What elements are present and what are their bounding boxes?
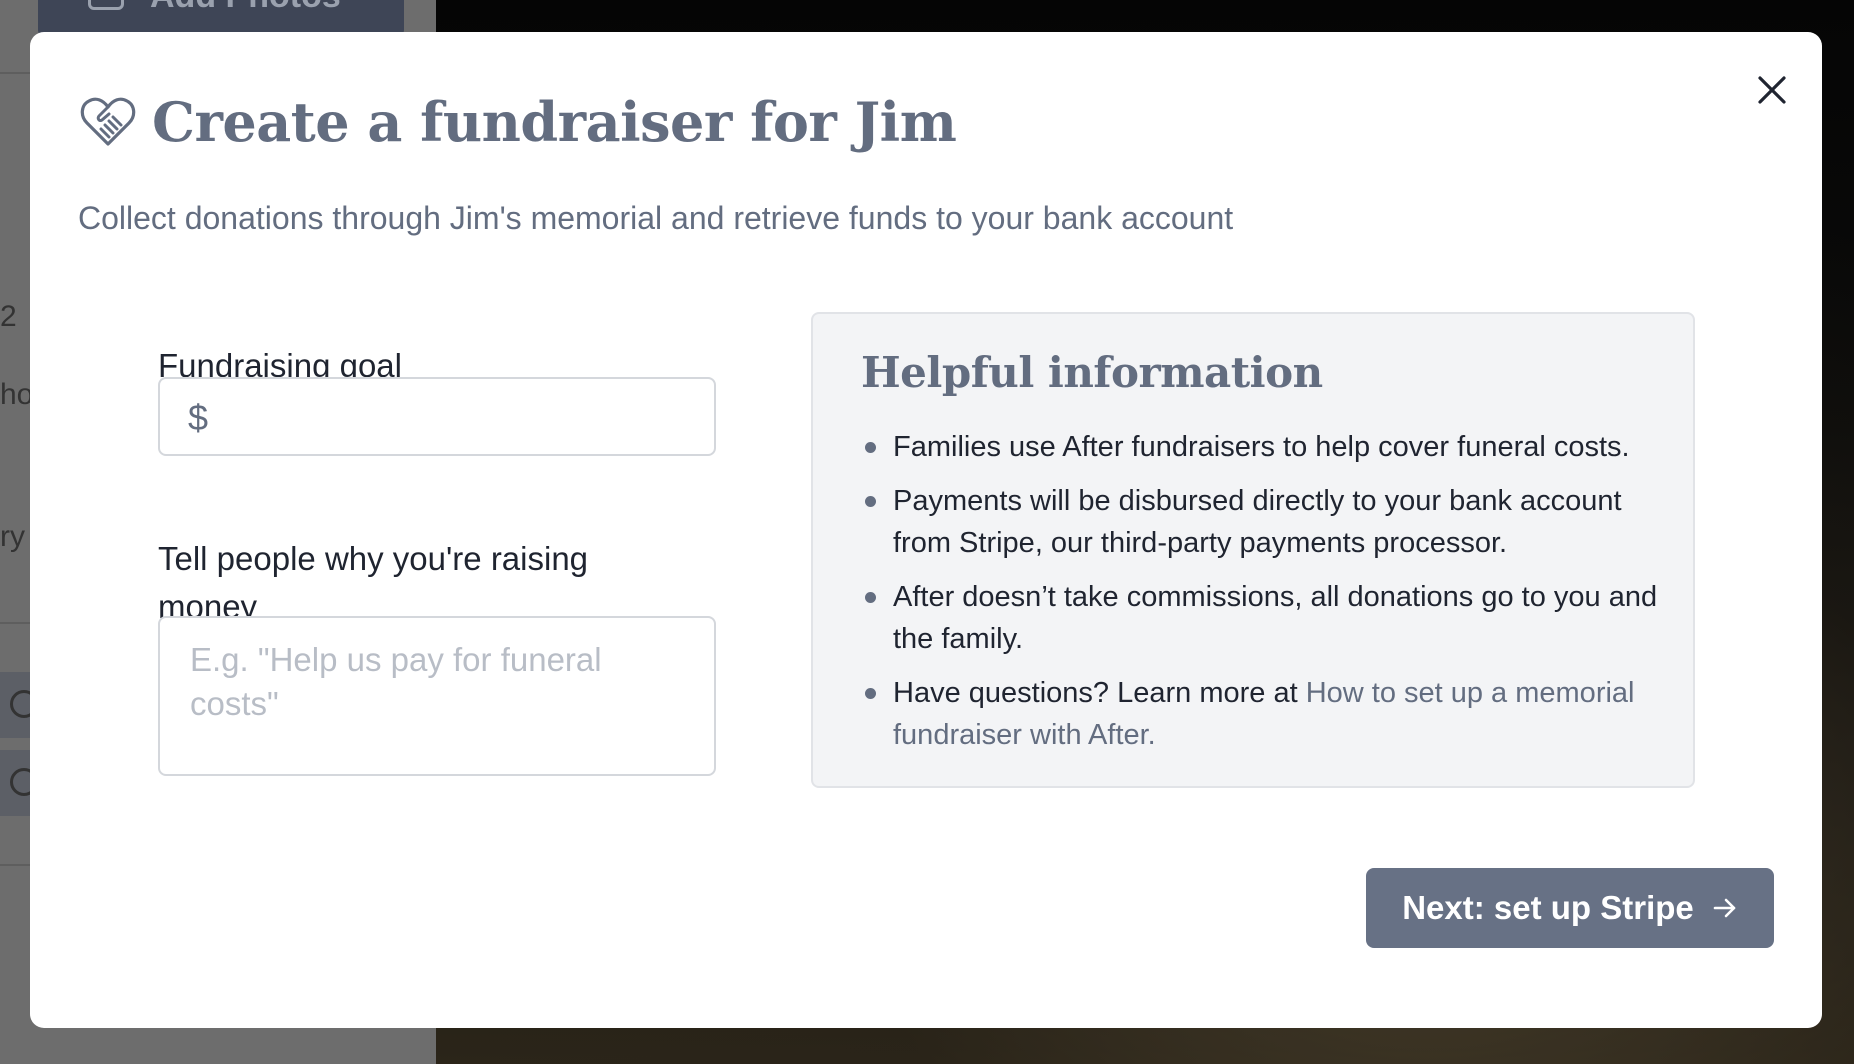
- add-photos-button: Add Photos: [38, 0, 404, 36]
- bullet-icon: [865, 592, 876, 603]
- info-item: After doesn’t take commissions, all dona…: [861, 576, 1661, 660]
- info-item-text: Have questions? Learn more at: [893, 677, 1306, 709]
- info-item: Have questions? Learn more at How to set…: [861, 672, 1661, 756]
- info-item-text: Families use After fundraisers to help c…: [893, 431, 1630, 463]
- next-button-label: Next: set up Stripe: [1402, 889, 1694, 926]
- info-list: Families use After fundraisers to help c…: [861, 426, 1661, 768]
- why-textarea[interactable]: [158, 616, 716, 776]
- info-item: Families use After fundraisers to help c…: [861, 426, 1661, 468]
- bullet-icon: [865, 496, 876, 507]
- next-setup-stripe-button[interactable]: Next: set up Stripe: [1366, 868, 1774, 948]
- helpful-info-panel: Helpful information Families use After f…: [811, 312, 1695, 788]
- close-button[interactable]: [1746, 64, 1798, 116]
- plus-icon: [88, 0, 124, 10]
- modal-title: Create a fundraiser for Jim: [152, 90, 957, 154]
- info-item: Payments will be disbursed directly to y…: [861, 480, 1661, 564]
- add-photos-label: Add Photos: [150, 0, 341, 20]
- info-item-text: Payments will be disbursed directly to y…: [893, 485, 1622, 559]
- goal-input[interactable]: [226, 389, 696, 445]
- currency-prefix: $: [188, 397, 209, 438]
- bullet-icon: [865, 688, 876, 699]
- close-icon: [1758, 76, 1786, 104]
- background-text-fragment: ho: [0, 378, 34, 411]
- bullet-icon: [865, 442, 876, 453]
- fundraiser-modal: Create a fundraiser for Jim Collect dona…: [30, 32, 1822, 1028]
- heart-handshake-icon: [80, 97, 136, 146]
- arrow-right-icon: [1713, 898, 1736, 918]
- background-text-fragment: 2: [0, 300, 17, 333]
- goal-field[interactable]: $: [158, 377, 716, 456]
- info-item-text: After doesn’t take commissions, all dona…: [893, 581, 1658, 655]
- modal-header: Create a fundraiser for Jim: [78, 84, 957, 160]
- background-text-fragment: ry: [0, 520, 25, 553]
- info-title: Helpful information: [861, 348, 1323, 397]
- modal-subtitle: Collect donations through Jim's memorial…: [78, 200, 1234, 236]
